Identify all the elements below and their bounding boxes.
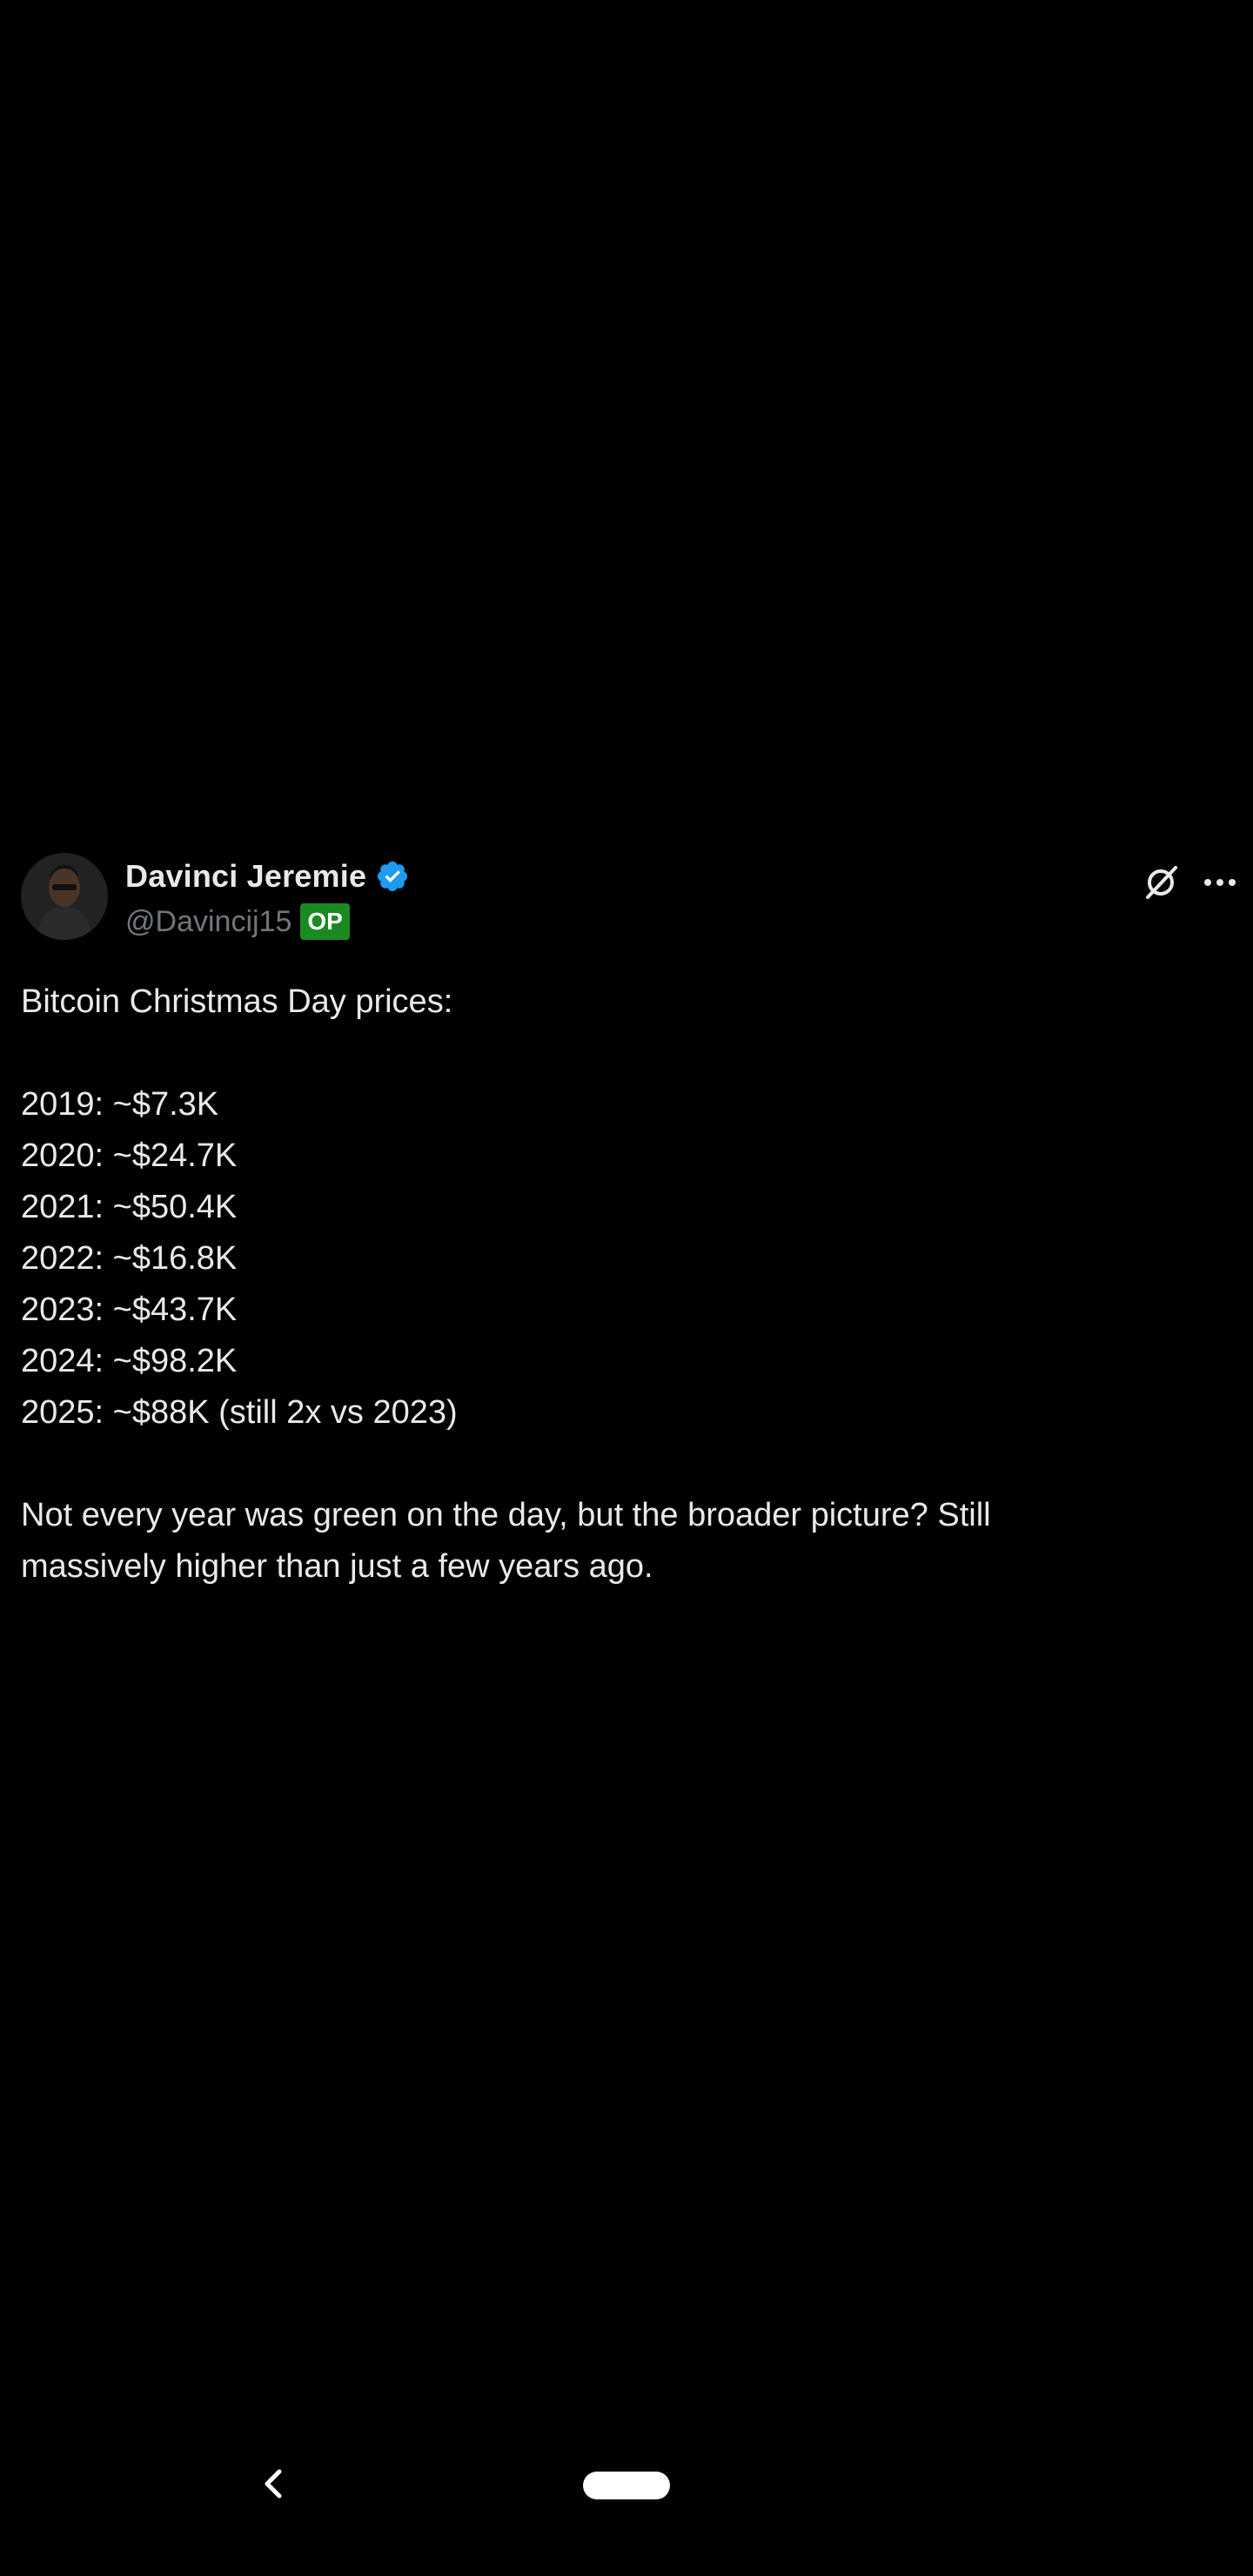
author-display-name[interactable]: Davinci Jeremie <box>125 858 366 895</box>
author-handle[interactable]: @Davincij15 <box>125 905 291 939</box>
price-line: 2025: ~$88K (still 2x vs 2023) <box>21 1394 458 1431</box>
avatar[interactable] <box>21 853 108 940</box>
price-line: 2020: ~$24.7K <box>21 1137 238 1174</box>
back-chevron-icon[interactable] <box>247 2458 299 2510</box>
verified-badge-icon <box>375 859 410 894</box>
grok-icon[interactable] <box>1140 862 1182 903</box>
price-line: 2019: ~$7.3K <box>21 1086 219 1123</box>
more-icon[interactable] <box>1199 862 1241 903</box>
post-closing-line: massively higher than just a few years a… <box>21 1548 653 1585</box>
price-line: 2024: ~$98.2K <box>21 1343 238 1379</box>
op-badge: OP <box>300 903 350 940</box>
avatar-image <box>21 853 108 940</box>
author-handle-row: @Davincij15 OP <box>125 900 350 943</box>
price-line: 2023: ~$43.7K <box>21 1291 238 1328</box>
system-navigation-bar <box>0 2445 1253 2576</box>
price-line: 2021: ~$50.4K <box>21 1189 238 1225</box>
post-intro: Bitcoin Christmas Day prices: <box>21 983 453 1020</box>
post: Davinci Jeremie @Davincij15 OP Bitcoin C… <box>0 846 1253 1629</box>
author-name-row: Davinci Jeremie <box>125 855 410 898</box>
post-actions <box>1140 862 1241 903</box>
post-body: Bitcoin Christmas Day prices: 2019: ~$7.… <box>21 976 1222 1593</box>
home-pill[interactable] <box>583 2472 670 2499</box>
post-closing-line: Not every year was green on the day, but… <box>21 1497 991 1533</box>
price-line: 2022: ~$16.8K <box>21 1240 238 1277</box>
